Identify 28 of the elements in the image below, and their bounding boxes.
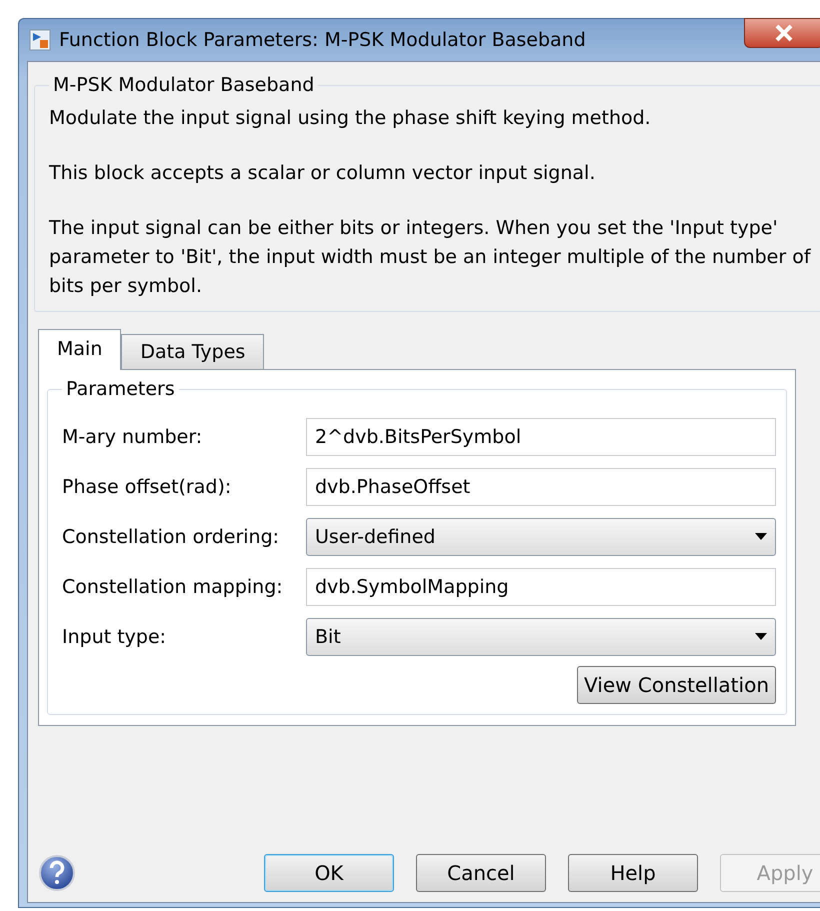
field-label: Constellation mapping: <box>62 576 284 598</box>
field-label: Input type: <box>62 626 168 648</box>
description-text: The input signal can be either bits or integers. When you set the 'Input type' parameter to 'Bit', the input width must be an integer multiple of the number of bits per symbol. <box>49 216 811 299</box>
description-text: This block accepts a scalar or column vector input signal. <box>49 161 596 186</box>
input-field[interactable]: 2^dvb.BitsPerSymbol <box>306 418 776 456</box>
group-title: Parameters <box>65 378 176 400</box>
help-icon[interactable] <box>38 854 76 892</box>
close-button[interactable] <box>744 18 820 48</box>
dialog-button[interactable]: OK <box>264 854 394 892</box>
dialog-button[interactable]: Help <box>568 854 698 892</box>
caret-icon <box>755 533 767 541</box>
dropdown[interactable]: Bit <box>306 618 776 656</box>
dropdown[interactable]: User-defined <box>306 518 776 556</box>
close-icon <box>773 24 795 42</box>
field-label: Phase offset(rad): <box>62 476 232 498</box>
view-constellation-button[interactable]: View Constellation <box>577 666 776 704</box>
block-icon <box>29 29 51 51</box>
description-text: Modulate the input signal using the phase shift keying method. <box>49 106 652 131</box>
field-label: Constellation ordering: <box>62 526 280 548</box>
dialog-button[interactable]: Cancel <box>416 854 546 892</box>
window-title: Function Block Parameters: M-PSK Modulator Baseband <box>59 29 586 51</box>
field-label: M-ary number: <box>62 426 204 448</box>
tab[interactable]: Main <box>38 329 122 370</box>
input-field[interactable]: dvb.SymbolMapping <box>306 568 776 606</box>
caret-icon <box>755 633 767 641</box>
group-title: M-PSK Modulator Baseband <box>52 74 316 96</box>
tab[interactable]: Data Types <box>121 334 264 369</box>
input-field[interactable]: dvb.PhaseOffset <box>306 468 776 506</box>
